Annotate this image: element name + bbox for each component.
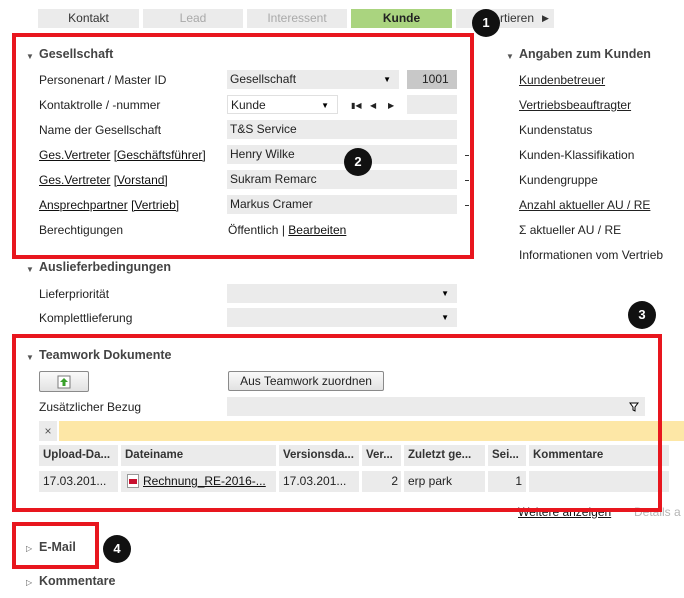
expand-triangle-icon[interactable]: ▷ (26, 578, 32, 587)
kunden-klassifikation-label: Kunden-Klassifikation (519, 148, 635, 162)
highlight-box-email (12, 522, 99, 569)
sum-au-re-label: Σ aktueller AU / RE (519, 223, 622, 237)
informationen-vertrieb-label: Informationen vom Vertrieb (519, 248, 664, 262)
kundenbetreuer-link[interactable]: Kundenbetreuer (519, 73, 605, 87)
tab-lead[interactable]: Lead (143, 9, 243, 28)
highlight-box-teamwork (12, 334, 662, 512)
callout-badge-1: 1 (472, 9, 500, 37)
tab-more-label: rtieren (500, 11, 535, 25)
tab-kunde[interactable]: Kunde (351, 9, 452, 28)
chevron-down-icon: ▼ (441, 313, 449, 322)
label-komplettlieferung: Komplettlieferung (39, 311, 133, 325)
section-title-kommentare: Kommentare (39, 574, 116, 588)
section-title-kunde: Angaben zum Kunden (519, 47, 651, 61)
collapse-triangle-icon[interactable]: ▼ (506, 52, 514, 61)
collapse-triangle-icon[interactable]: ▼ (26, 265, 34, 274)
caret-right-icon: ▶ (542, 13, 549, 23)
section-title-auslieferung: Auslieferbedingungen (39, 260, 171, 274)
tab-more[interactable]: rtieren ▶ (456, 9, 554, 28)
callout-badge-2: 2 (344, 148, 372, 176)
highlight-box-gesellschaft (12, 33, 474, 259)
label-lieferprioritaet: Lieferpriorität (39, 287, 110, 301)
select-komplettlieferung[interactable]: ▼ (227, 308, 457, 327)
kundengruppe-label: Kundengruppe (519, 173, 598, 187)
tab-interessent[interactable]: Interessent (247, 9, 347, 28)
anzahl-au-re-link[interactable]: Anzahl aktueller AU / RE (519, 198, 650, 212)
callout-badge-4: 4 (103, 535, 131, 563)
tab-kontakt[interactable]: Kontakt (38, 9, 139, 28)
select-lieferprioritaet[interactable]: ▼ (227, 284, 457, 303)
chevron-down-icon: ▼ (441, 289, 449, 298)
vertriebsbeauftragter-link[interactable]: Vertriebsbeauftragter (519, 98, 631, 112)
kundenstatus-label: Kundenstatus (519, 123, 593, 137)
callout-badge-3: 3 (628, 301, 656, 329)
